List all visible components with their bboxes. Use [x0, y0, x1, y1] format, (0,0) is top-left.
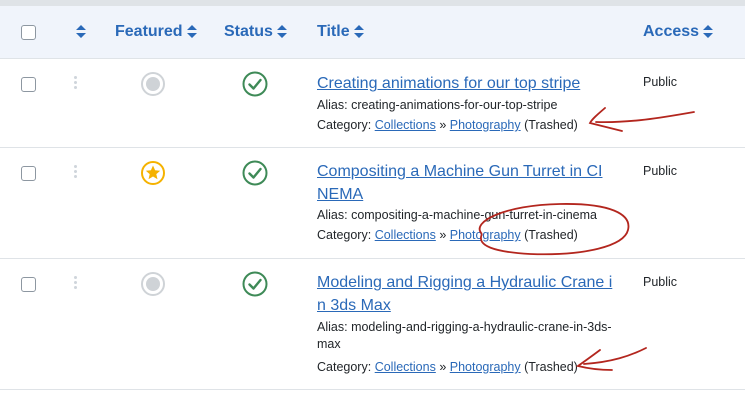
sort-icon: [703, 25, 714, 39]
status-header-label: Status: [224, 23, 273, 40]
category-label: Category:: [317, 360, 372, 374]
category-child-link[interactable]: Photography: [450, 360, 521, 374]
sort-icon: [76, 25, 86, 39]
category-text: Category: Collections » Photography (Tra…: [317, 359, 578, 376]
trashed-state: (Trashed): [524, 228, 578, 242]
breadcrumb-separator: »: [439, 360, 447, 374]
alias-text: Alias: compositing-a-machine-gun-turret-…: [317, 208, 597, 222]
access-level: Public: [643, 275, 678, 289]
category-label: Category:: [317, 118, 372, 132]
star-icon[interactable]: [141, 161, 165, 185]
featured-header-label: Featured: [115, 23, 183, 40]
alias-text: Alias: creating-animations-for-our-top-s…: [317, 98, 558, 112]
check-circle-icon[interactable]: [242, 271, 268, 297]
sort-icon: [276, 25, 287, 39]
access-level: Public: [643, 75, 678, 89]
drag-handle-icon[interactable]: [74, 276, 78, 291]
category-child-link[interactable]: Photography: [450, 118, 521, 132]
breadcrumb-separator: »: [439, 118, 447, 132]
row-checkbox[interactable]: [21, 277, 36, 292]
drag-handle-icon[interactable]: [74, 76, 78, 91]
status-sort-button[interactable]: Status: [224, 6, 287, 58]
trashed-state: (Trashed): [524, 118, 578, 132]
title-header-label: Title: [317, 23, 350, 40]
sort-icon: [186, 25, 197, 39]
drag-handle-icon[interactable]: [74, 165, 78, 180]
category-text: Category: Collections » Photography (Tra…: [317, 227, 578, 244]
circle-icon[interactable]: [141, 72, 165, 96]
article-title-link[interactable]: Modeling and Rigging a Hydraulic Crane i…: [317, 271, 617, 317]
row-checkbox[interactable]: [21, 166, 36, 181]
category-text: Category: Collections » Photography (Tra…: [317, 117, 578, 134]
select-all-checkbox[interactable]: [21, 25, 36, 40]
sort-icon: [353, 25, 364, 39]
table-row: Creating animations for our top stripe A…: [0, 59, 745, 148]
alias-text: Alias: modeling-and-rigging-a-hydraulic-…: [317, 320, 612, 351]
featured-sort-button[interactable]: Featured: [115, 6, 197, 58]
title-sort-button[interactable]: Title: [317, 6, 364, 58]
access-level: Public: [643, 164, 678, 178]
article-title-link[interactable]: Creating animations for our top stripe: [317, 72, 617, 95]
check-circle-icon[interactable]: [242, 160, 268, 186]
circle-icon[interactable]: [141, 272, 165, 296]
access-sort-button[interactable]: Access: [643, 6, 714, 58]
access-header-label: Access: [643, 23, 700, 40]
category-label: Category:: [317, 228, 372, 242]
table-row: Compositing a Machine Gun Turret in CINE…: [0, 148, 745, 259]
table-row: Modeling and Rigging a Hydraulic Crane i…: [0, 259, 745, 390]
check-circle-icon[interactable]: [242, 71, 268, 97]
article-title-link[interactable]: Compositing a Machine Gun Turret in CINE…: [317, 160, 609, 206]
breadcrumb-separator: »: [439, 228, 447, 242]
table-header: Featured Status Title Access: [0, 6, 745, 59]
category-parent-link[interactable]: Collections: [375, 118, 436, 132]
ordering-sort-button[interactable]: [72, 6, 86, 58]
category-parent-link[interactable]: Collections: [375, 228, 436, 242]
category-child-link[interactable]: Photography: [450, 228, 521, 242]
trashed-state: (Trashed): [524, 360, 578, 374]
category-parent-link[interactable]: Collections: [375, 360, 436, 374]
row-checkbox[interactable]: [21, 77, 36, 92]
